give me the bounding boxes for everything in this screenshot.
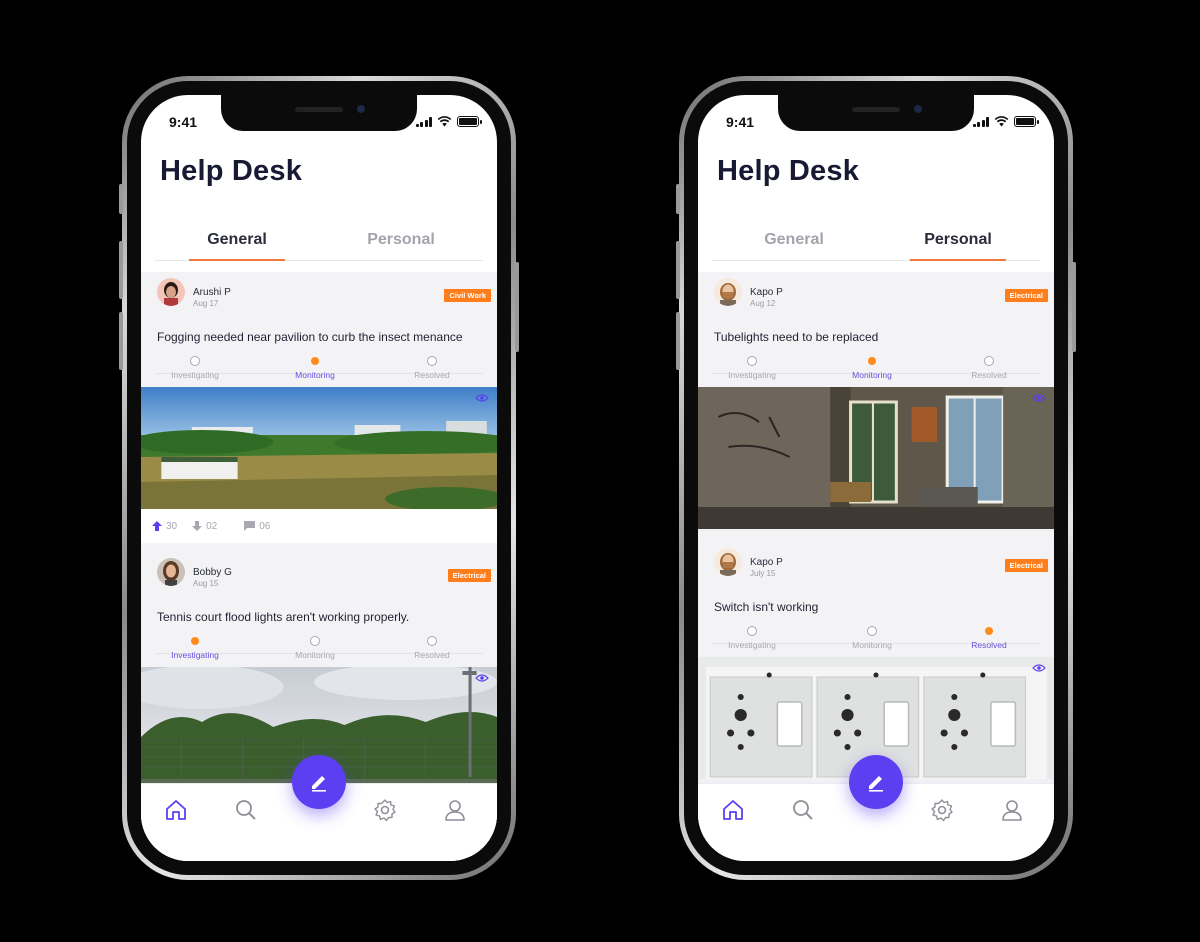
tab-general[interactable]: General [712,223,876,260]
status-tracker: Investigating Monitoring Resolved [712,356,1040,384]
status-tracker: Investigating Monitoring Resolved [155,636,483,664]
post-text: Switch isn't working [714,600,819,614]
post-actions: 30 02 06 [141,509,497,543]
wifi-icon [994,116,1009,127]
author-name: Kapo P [750,287,783,298]
phone-left: 9:41 Help Desk General Personal Arushi P… [119,76,519,880]
page-title: Help Desk [717,155,860,187]
step-investigating: Investigating [712,356,792,380]
phone-right: 9:41 Help Desk General Personal Kapo P A… [676,76,1076,880]
user-icon[interactable] [999,797,1025,823]
category-tag: Civil Work [444,289,491,302]
compose-button[interactable] [849,755,903,809]
battery-icon [457,116,482,127]
eye-icon[interactable] [1032,663,1046,673]
home-icon[interactable] [163,797,189,823]
tab-general[interactable]: General [155,223,319,260]
step-investigating: Investigating [712,626,792,650]
power-button [515,262,519,352]
upvote-button[interactable]: 30 [151,520,177,532]
post-date: Aug 15 [193,579,219,588]
notch [221,95,417,131]
arrow-down-icon [192,521,203,531]
pencil-icon [312,776,326,792]
category-tag: Electrical [447,569,491,582]
step-investigating: Investigating [155,636,235,660]
category-tag: Electrical [1004,559,1048,572]
avatar [157,558,185,586]
gear-icon[interactable] [372,797,398,823]
status-tracker: Investigating Monitoring Resolved [712,626,1040,654]
step-resolved: Resolved [949,356,1029,380]
post-date: Aug 17 [193,299,219,308]
wifi-icon [437,116,452,127]
step-resolved: Resolved [392,356,472,380]
home-icon[interactable] [720,797,746,823]
compose-button[interactable] [292,755,346,809]
eye-icon[interactable] [1032,393,1046,403]
volume-down-button [119,312,123,370]
post-date: July 15 [750,569,776,578]
upvote-count: 30 [166,520,178,532]
step-resolved: Resolved [949,626,1029,650]
volume-up-button [119,241,123,299]
tab-personal[interactable]: Personal [319,223,483,260]
category-tag: Electrical [1004,289,1048,302]
battery-icon [1014,116,1039,127]
post-text: Tubelights need to be replaced [714,330,879,344]
step-resolved: Resolved [392,636,472,660]
status-tracker: Investigating Monitoring Resolved [155,356,483,384]
status-time: 9:41 [169,114,198,130]
search-icon[interactable] [233,797,259,823]
tab-bar: General Personal [712,223,1040,261]
post-photo[interactable] [698,387,1054,529]
notch [778,95,974,131]
step-monitoring: Monitoring [832,356,912,380]
screen: 9:41 Help Desk General Personal [698,95,1054,861]
eye-icon[interactable] [475,393,489,403]
power-button [1072,262,1076,352]
page-title: Help Desk [160,155,303,187]
avatar [157,278,185,306]
user-icon[interactable] [442,797,468,823]
post-photo[interactable] [141,387,497,509]
signal-icon [415,116,432,127]
comment-button[interactable]: 06 [243,520,270,532]
pencil-icon [869,776,883,792]
post-card[interactable]: Arushi P Aug 17 Civil Work Fogging neede… [141,272,497,543]
search-icon[interactable] [790,797,816,823]
author-name: Kapo P [750,557,783,568]
comment-icon [244,521,256,531]
volume-down-button [676,312,680,370]
eye-icon[interactable] [475,673,489,683]
silent-switch [676,184,680,214]
post-text: Tennis court flood lights aren't working… [157,610,410,624]
step-investigating: Investigating [155,356,235,380]
avatar [714,278,742,306]
step-monitoring: Monitoring [832,626,912,650]
signal-icon [972,116,989,127]
downvote-button[interactable]: 02 [191,520,217,532]
step-monitoring: Monitoring [275,356,355,380]
post-date: Aug 12 [750,299,776,308]
tab-bar: General Personal [155,223,483,261]
comment-count: 06 [259,520,271,532]
post-text: Fogging needed near pavilion to curb the… [157,330,463,344]
status-time: 9:41 [726,114,755,130]
author-name: Arushi P [193,287,231,298]
post-card[interactable]: Kapo P Aug 12 Electrical Tubelights need… [698,272,1054,532]
silent-switch [119,184,123,214]
author-name: Bobby G [193,567,232,578]
gear-icon[interactable] [929,797,955,823]
screen: 9:41 Help Desk General Personal [141,95,497,861]
arrow-up-icon [152,521,162,531]
volume-up-button [676,241,680,299]
avatar [714,548,742,576]
step-monitoring: Monitoring [275,636,355,660]
downvote-count: 02 [206,520,218,532]
tab-personal[interactable]: Personal [876,223,1040,260]
